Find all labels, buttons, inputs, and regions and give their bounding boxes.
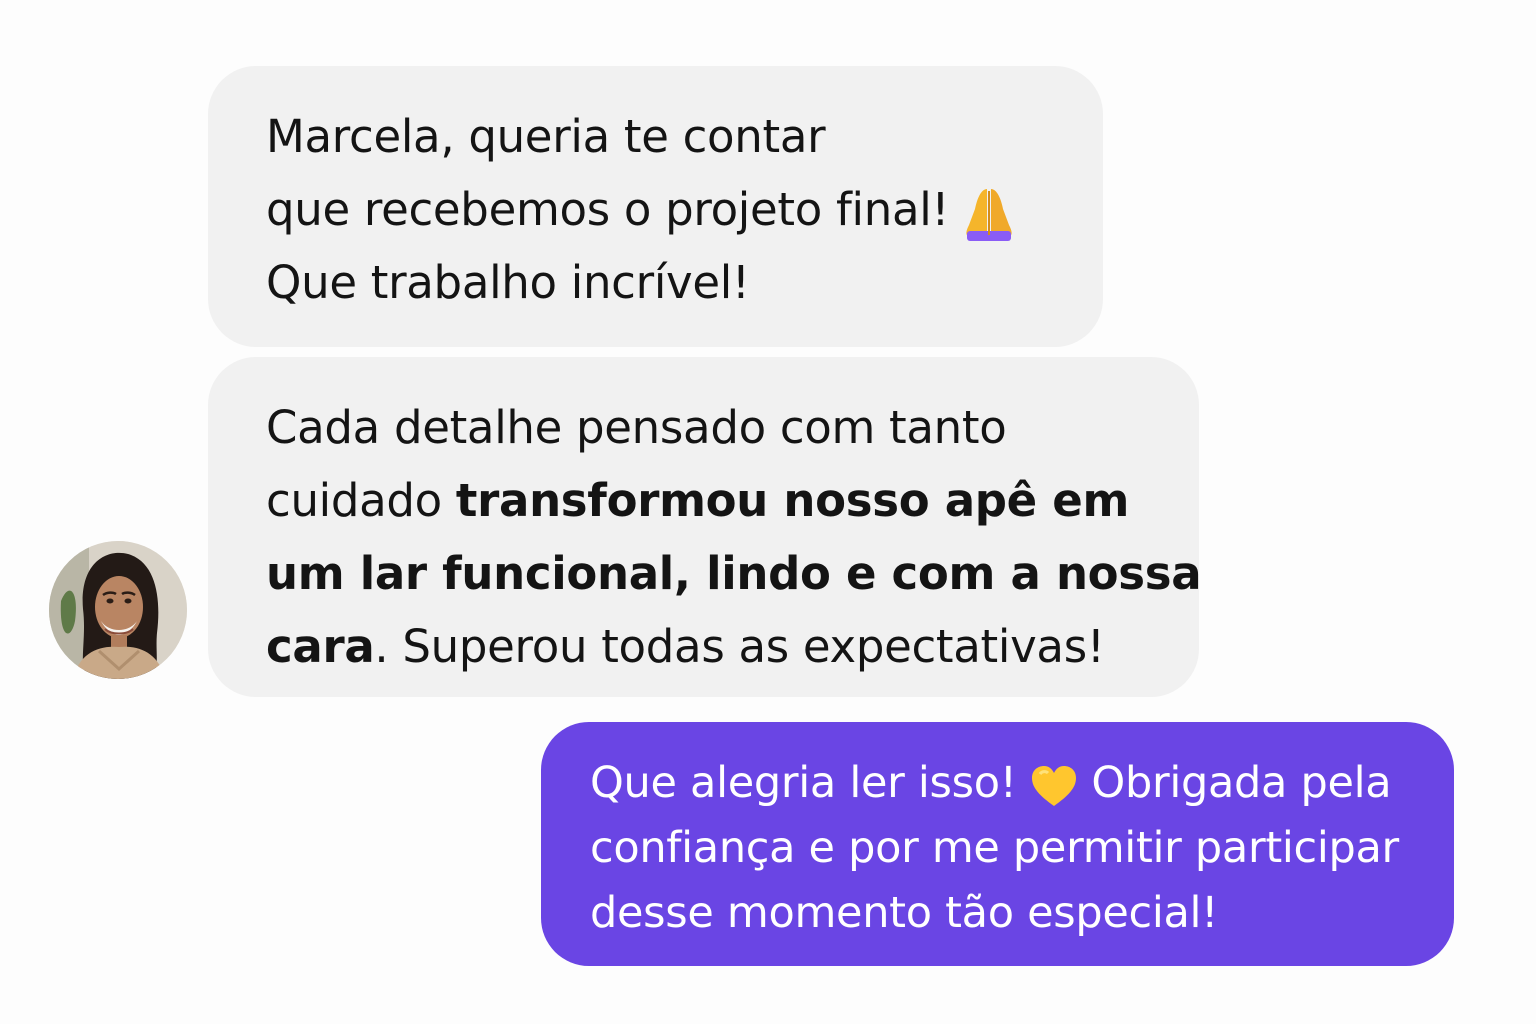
message-line: Cada detalhe pensado com tanto [266,401,1007,454]
message-line: Que trabalho incrível! [266,256,750,309]
message-line: cuidado transformou nosso apê em [266,464,1159,537]
yellow-heart-emoji-icon [1030,764,1078,808]
message-line: Que alegria ler isso! Obrigada pela [590,751,1424,816]
message-line-bold: um lar funcional, lindo e com a nossa [266,547,1202,600]
message-text: cuidado [266,474,456,527]
message-line: que recebemos o projeto final! [266,173,1063,246]
message-line: Marcela, queria te contar [266,110,826,163]
message-text-bold: transformou nosso apê em [455,474,1130,527]
message-text: que recebemos o projeto final! [266,183,950,236]
folded-hands-emoji-icon [963,185,1015,241]
message-text: . Superou todas as expectativas! [374,620,1105,673]
message-bubble-incoming: Cada detalhe pensado com tanto cuidado t… [208,357,1202,697]
chat-conversation: Marcela, queria te contar que recebemos … [0,0,1536,1024]
message-line: cara. Superou todas as expectativas! [266,610,1159,683]
message-line: desse momento tão especial! [590,888,1219,938]
message-bubble-incoming: Marcela, queria te contar que recebemos … [208,66,1103,347]
contact-avatar[interactable] [49,541,187,679]
message-text: Que alegria ler isso! [590,758,1017,808]
message-bubble-outgoing: Que alegria ler isso! Obrigada pela conf… [541,722,1454,966]
message-line: confiança e por me permitir participar [590,823,1399,873]
message-text-bold: cara [266,620,375,673]
message-text: Obrigada pela [1091,758,1392,808]
